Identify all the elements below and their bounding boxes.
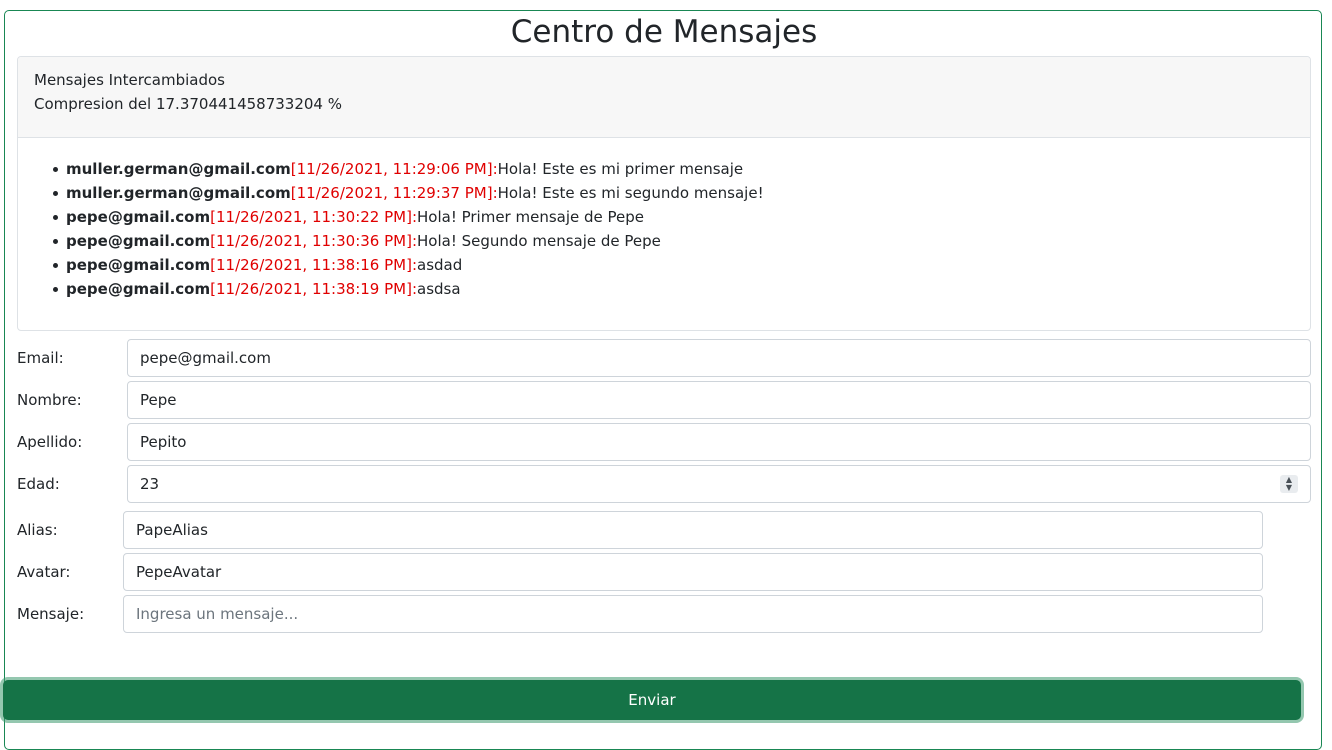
message-list: muller.german@gmail.com[11/26/2021, 11:2… bbox=[18, 138, 1310, 301]
apellido-field[interactable] bbox=[127, 423, 1311, 461]
message-text: asdsa bbox=[417, 280, 461, 298]
message-text: Hola! Primer mensaje de Pepe bbox=[417, 208, 645, 226]
message-date: [11/26/2021, 11:30:36 PM]: bbox=[210, 232, 417, 250]
list-item: muller.german@gmail.com[11/26/2021, 11:2… bbox=[50, 181, 1310, 205]
message-email: muller.german@gmail.com bbox=[66, 160, 291, 178]
message-date: [11/26/2021, 11:29:06 PM]: bbox=[290, 160, 498, 178]
email-field[interactable] bbox=[127, 339, 1311, 377]
avatar-label: Avatar: bbox=[17, 563, 71, 581]
message-date: [11/26/2021, 11:38:19 PM]: bbox=[210, 280, 417, 298]
list-item: pepe@gmail.com[11/26/2021, 11:38:19 PM]:… bbox=[50, 277, 1310, 301]
list-item: pepe@gmail.com[11/26/2021, 11:30:22 PM]:… bbox=[50, 205, 1310, 229]
message-email: muller.german@gmail.com bbox=[66, 184, 291, 202]
page-title: Centro de Mensajes bbox=[510, 14, 818, 50]
list-item: muller.german@gmail.com[11/26/2021, 11:2… bbox=[50, 157, 1310, 181]
alias-field[interactable] bbox=[123, 511, 1263, 549]
message-email: pepe@gmail.com bbox=[66, 232, 211, 250]
message-text: asdad bbox=[417, 256, 463, 274]
message-date: [11/26/2021, 11:29:37 PM]: bbox=[290, 184, 498, 202]
message-text: Hola! Este es mi segundo mensaje! bbox=[497, 184, 764, 202]
message-text: Hola! Este es mi primer mensaje bbox=[497, 160, 744, 178]
nombre-label: Nombre: bbox=[17, 391, 82, 409]
list-item: pepe@gmail.com[11/26/2021, 11:38:16 PM]:… bbox=[50, 253, 1310, 277]
message-email: pepe@gmail.com bbox=[66, 280, 211, 298]
message-email: pepe@gmail.com bbox=[66, 208, 211, 226]
nombre-field[interactable] bbox=[127, 381, 1311, 419]
message-email: pepe@gmail.com bbox=[66, 256, 211, 274]
messages-card-header: Mensajes Intercambiados Compresion del 1… bbox=[18, 57, 1310, 138]
messages-heading: Mensajes Intercambiados bbox=[34, 71, 225, 89]
message-input[interactable] bbox=[123, 595, 1263, 633]
compression-stat: Compresion del 17.370441458733204 % bbox=[34, 95, 342, 113]
apellido-label: Apellido: bbox=[17, 433, 83, 451]
message-date: [11/26/2021, 11:38:16 PM]: bbox=[210, 256, 417, 274]
list-item: pepe@gmail.com[11/26/2021, 11:30:36 PM]:… bbox=[50, 229, 1310, 253]
send-button[interactable]: Enviar bbox=[3, 680, 1301, 720]
alias-label: Alias: bbox=[17, 521, 58, 539]
message-text: Hola! Segundo mensaje de Pepe bbox=[417, 232, 661, 250]
edad-label: Edad: bbox=[17, 475, 60, 493]
message-date: [11/26/2021, 11:30:22 PM]: bbox=[210, 208, 417, 226]
avatar-field[interactable] bbox=[123, 553, 1263, 591]
messages-card: Mensajes Intercambiados Compresion del 1… bbox=[17, 56, 1311, 331]
mensaje-label: Mensaje: bbox=[17, 605, 85, 623]
number-spinner-icon[interactable]: ▲ ▼ bbox=[1280, 475, 1298, 493]
email-label: Email: bbox=[17, 349, 64, 367]
edad-field[interactable] bbox=[127, 465, 1311, 503]
